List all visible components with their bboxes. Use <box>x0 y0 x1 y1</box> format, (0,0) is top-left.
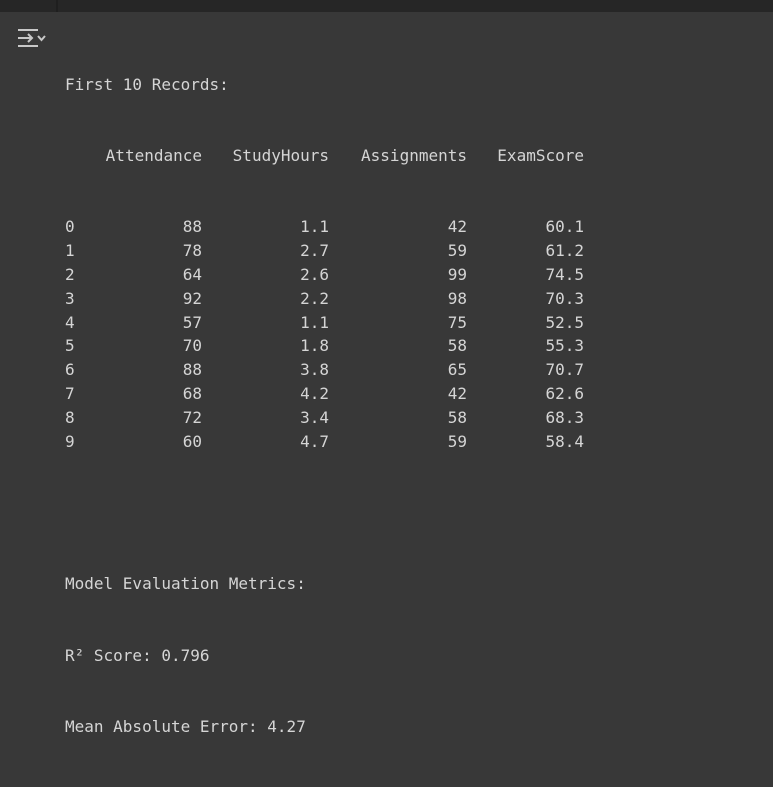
mae-line: Mean Absolute Error: 4.27 <box>65 717 306 737</box>
table-row: 9 60 4.7 59 58.4 <box>65 430 584 454</box>
column-header-studyhours: StudyHours <box>232 145 329 165</box>
assignments-cell: 65 <box>447 360 467 380</box>
cell-output-area: First 10 Records: Attendance StudyHours As… <box>0 12 773 736</box>
row-index-cell: 3 <box>65 288 75 308</box>
studyhours-cell: 4.2 <box>300 383 329 403</box>
studyhours-cell: 1.1 <box>300 312 329 332</box>
examscore-cell: 62.6 <box>545 383 584 403</box>
table-header-row: Attendance StudyHours Assignments ExamScore <box>65 144 584 168</box>
row-index-cell: 7 <box>65 383 75 403</box>
row-index-cell: 5 <box>65 336 75 356</box>
examscore-cell: 70.3 <box>545 288 584 308</box>
attendance-cell: 88 <box>182 360 202 380</box>
examscore-cell: 70.7 <box>545 360 584 380</box>
column-header-assignments: Assignments <box>361 145 467 165</box>
column-header-attendance: Attendance <box>105 145 202 165</box>
console-output: First 10 Records: Attendance StudyHours As… <box>65 25 584 787</box>
toolbar-segment <box>0 0 56 12</box>
studyhours-cell: 2.6 <box>300 264 329 284</box>
assignments-cell: 75 <box>447 312 467 332</box>
column-header-examscore: ExamScore <box>497 145 584 165</box>
table-row: 7 68 4.2 42 62.6 <box>65 382 584 406</box>
attendance-cell: 70 <box>182 336 202 356</box>
assignments-cell: 42 <box>447 383 467 403</box>
output-collapse-icon[interactable] <box>16 26 48 52</box>
examscore-cell: 55.3 <box>545 336 584 356</box>
row-index-cell: 1 <box>65 241 75 261</box>
attendance-cell: 88 <box>182 217 202 237</box>
studyhours-cell: 2.2 <box>300 288 329 308</box>
attendance-cell: 57 <box>182 312 202 332</box>
metrics-heading: Model Evaluation Metrics: <box>65 574 306 594</box>
assignments-cell: 42 <box>447 217 467 237</box>
row-index-cell: 8 <box>65 407 75 427</box>
studyhours-cell: 3.4 <box>300 407 329 427</box>
table-row: 5 70 1.8 58 55.3 <box>65 334 584 358</box>
studyhours-cell: 3.8 <box>300 360 329 380</box>
row-index-cell: 2 <box>65 264 75 284</box>
table-row: 3 92 2.2 98 70.3 <box>65 287 584 311</box>
studyhours-cell: 1.8 <box>300 336 329 356</box>
row-index-cell: 9 <box>65 431 75 451</box>
r2-score-line: R² Score: 0.796 <box>65 645 210 665</box>
row-index-cell: 4 <box>65 312 75 332</box>
studyhours-cell: 4.7 <box>300 431 329 451</box>
attendance-cell: 92 <box>182 288 202 308</box>
cell-toolbar-strip <box>0 0 773 12</box>
attendance-cell: 78 <box>182 241 202 261</box>
examscore-cell: 61.2 <box>545 241 584 261</box>
table-row: 1 78 2.7 59 61.2 <box>65 239 584 263</box>
examscore-cell: 60.1 <box>545 217 584 237</box>
table-body: 0 88 1.1 42 60.1 1 78 2.7 59 61.2 2 64 2.6 99 74.5 3 92 2… <box>65 215 584 453</box>
assignments-cell: 98 <box>447 288 467 308</box>
table-row: 4 57 1.1 75 52.5 <box>65 311 584 335</box>
assignments-cell: 58 <box>447 407 467 427</box>
studyhours-cell: 1.1 <box>300 217 329 237</box>
row-index-cell: 6 <box>65 360 75 380</box>
attendance-cell: 64 <box>182 264 202 284</box>
toolbar-segment <box>58 0 773 12</box>
examscore-cell: 58.4 <box>545 431 584 451</box>
table-row: 2 64 2.6 99 74.5 <box>65 263 584 287</box>
row-index-cell: 0 <box>65 217 75 237</box>
records-heading: First 10 Records: <box>65 74 229 94</box>
assignments-cell: 59 <box>447 431 467 451</box>
studyhours-cell: 2.7 <box>300 241 329 261</box>
examscore-cell: 68.3 <box>545 407 584 427</box>
attendance-cell: 60 <box>182 431 202 451</box>
table-row: 8 72 3.4 58 68.3 <box>65 406 584 430</box>
assignments-cell: 99 <box>447 264 467 284</box>
table-row: 0 88 1.1 42 60.1 <box>65 215 584 239</box>
table-row: 6 88 3.8 65 70.7 <box>65 358 584 382</box>
assignments-cell: 58 <box>447 336 467 356</box>
examscore-cell: 52.5 <box>545 312 584 332</box>
examscore-cell: 74.5 <box>545 264 584 284</box>
assignments-cell: 59 <box>447 241 467 261</box>
attendance-cell: 72 <box>182 407 202 427</box>
attendance-cell: 68 <box>182 383 202 403</box>
